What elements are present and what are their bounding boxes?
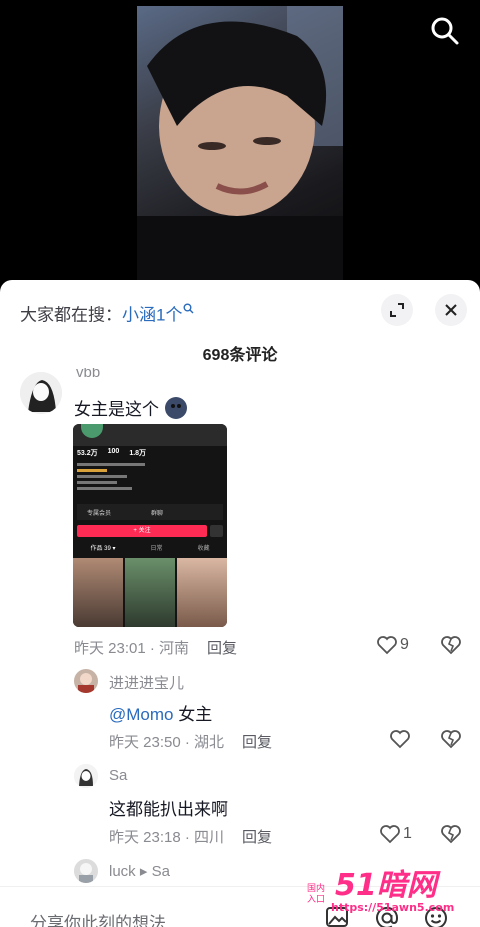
reply-button[interactable]: 回复 <box>242 829 272 846</box>
reply-time: 昨天 23:50 · 湖北 <box>109 734 225 751</box>
shot-row-label: 群聊 <box>151 511 164 517</box>
video-person-image <box>137 6 343 280</box>
svg-text:国内: 国内 <box>307 882 325 894</box>
comment-image[interactable]: 53.2万 100 1.8万 专属会员 群聊 + 关注 作品 39 ▾ 日常 收… <box>73 424 227 627</box>
shot-row-label: 专属会员 <box>87 511 112 517</box>
heart-icon <box>380 825 400 844</box>
reply-text: @Momo 女主 <box>109 700 212 725</box>
comment-sheet: 大家都在搜：小涵1个 698条评论 vbb 女主是这个 53.2万 100 1.… <box>0 280 480 927</box>
video-frame[interactable] <box>137 6 343 280</box>
comment-body: 女主是这个 <box>74 400 159 419</box>
avatar[interactable] <box>74 859 98 883</box>
reply-time: 昨天 23:18 · 四川 <box>109 829 225 846</box>
search-icon[interactable] <box>428 14 462 48</box>
reply-meta: 昨天 23:18 · 四川 回复 <box>109 826 272 847</box>
comment-time: 昨天 23:01 · 河南 <box>74 640 190 657</box>
like-count: 1 <box>403 825 412 842</box>
reply-text: 这都能扒出来啊 <box>109 800 228 819</box>
shot-tab: 作品 39 ▾ <box>90 546 116 552</box>
hot-search-keyword[interactable]: 小涵1个 <box>122 306 182 325</box>
reply-author-line: luck ▸ Sa <box>109 862 170 880</box>
comment-input[interactable]: 分享你此刻的想法 <box>30 909 166 927</box>
reply-author[interactable]: luck <box>109 863 136 880</box>
svg-text:入口: 入口 <box>307 894 325 905</box>
search-small-icon <box>183 299 194 319</box>
mention-link[interactable]: @Momo <box>109 705 174 724</box>
reply-button[interactable]: 回复 <box>207 640 237 657</box>
emoji-sticker-icon <box>164 396 188 425</box>
reply-target[interactable]: Sa <box>152 863 170 880</box>
avatar[interactable] <box>20 372 62 414</box>
reply-author[interactable]: Sa <box>109 767 127 784</box>
reply-author[interactable]: 进进进宝儿 <box>109 672 184 693</box>
shot-tab: 日常 <box>150 546 163 552</box>
heart-icon <box>390 730 410 749</box>
comment-author[interactable]: vbb <box>76 368 100 382</box>
reply-meta: 昨天 23:50 · 湖北 回复 <box>109 731 272 752</box>
svg-text:51暗网: 51暗网 <box>335 868 441 903</box>
reply-button[interactable]: 回复 <box>242 734 272 751</box>
dislike-icon[interactable] <box>440 824 462 849</box>
reply-body: 女主 <box>173 705 213 724</box>
like-button[interactable]: 1 <box>379 824 412 844</box>
reply-arrow-icon: ▸ <box>139 863 148 880</box>
hot-search-bar[interactable]: 大家都在搜：小涵1个 <box>20 299 194 326</box>
avatar[interactable] <box>74 669 98 693</box>
dislike-icon[interactable] <box>440 729 462 754</box>
svg-text:https://51awn5.com: https://51awn5.com <box>331 901 454 914</box>
heart-icon <box>377 636 397 655</box>
like-button[interactable]: 9 <box>376 635 409 655</box>
hot-search-prefix: 大家都在搜： <box>20 305 122 325</box>
shot-stat: 100 <box>107 448 120 455</box>
expand-icon[interactable] <box>381 294 413 326</box>
like-count: 9 <box>400 636 409 653</box>
shot-follow-button: + 关注 <box>77 525 207 537</box>
dislike-icon[interactable] <box>440 635 462 660</box>
comment-text: 女主是这个 <box>74 395 188 425</box>
close-icon[interactable] <box>435 294 467 326</box>
avatar[interactable] <box>74 764 98 788</box>
watermark-logo: 国内 入口 51暗网 https://51awn5.com <box>305 855 475 915</box>
video-player[interactable] <box>0 0 480 282</box>
shot-tab: 收藏 <box>197 546 210 552</box>
like-button[interactable] <box>389 729 413 749</box>
shot-stat: 53.2万 <box>77 450 98 457</box>
comments-count: 698条评论 <box>202 347 278 364</box>
comment-meta: 昨天 23:01 · 河南 回复 <box>74 637 237 658</box>
shot-stat: 1.8万 <box>129 450 147 457</box>
